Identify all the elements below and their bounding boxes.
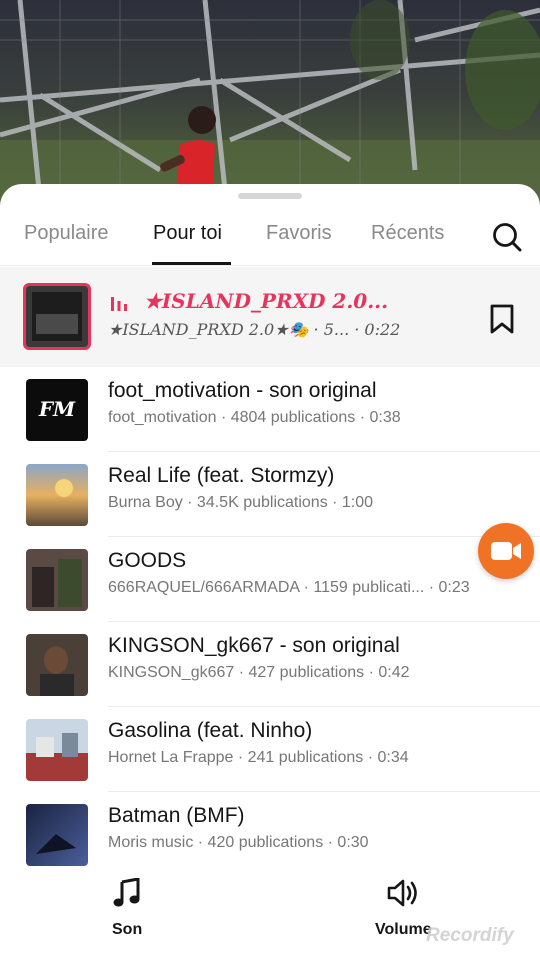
sound-title: foot_motivation - son original <box>108 379 377 402</box>
sound-title: KINGSON_gk667 - son original <box>108 634 400 657</box>
video-camera-icon <box>491 542 521 560</box>
sound-row[interactable]: Gasolina (feat. Ninho) Hornet La Frappe … <box>0 707 540 792</box>
sound-title: ★ISLAND_PRXD 2.0... <box>144 289 389 313</box>
sound-subtitle: Burna Boy · 34.5K publications · 1:00 <box>108 494 374 511</box>
sound-subtitle: Moris music · 420 publications · 0:30 <box>108 834 369 851</box>
sound-cover <box>26 719 88 781</box>
sound-row[interactable]: Real Life (feat. Stormzy) Burna Boy · 34… <box>0 452 540 537</box>
sound-title: Gasolina (feat. Ninho) <box>108 719 313 742</box>
video-background <box>0 0 540 215</box>
sound-row-selected[interactable]: ★ISLAND_PRXD 2.0... ★ISLAND_PRXD 2.0★🎭 ·… <box>0 267 540 367</box>
volume-button[interactable]: Volume <box>375 878 432 939</box>
camera-record-button[interactable] <box>478 523 534 579</box>
speaker-icon <box>387 879 418 907</box>
sound-subtitle: ★ISLAND_PRXD 2.0★🎭 · 5... · 0:22 <box>108 320 401 339</box>
sound-row[interactable]: FM foot_motivation - son original foot_m… <box>0 367 540 452</box>
son-button[interactable]: Son <box>112 877 143 939</box>
music-note-icon <box>113 877 140 907</box>
sound-row[interactable]: GOODS 666RAQUEL/666ARMADA · 1159 publica… <box>0 537 540 622</box>
volume-label: Volume <box>375 921 432 938</box>
active-tab-indicator <box>152 262 231 265</box>
sound-subtitle: 666RAQUEL/666ARMADA · 1159 publicati... … <box>108 579 470 596</box>
now-playing-icon <box>110 294 128 312</box>
tab-favoris[interactable]: Favoris <box>266 222 332 245</box>
sound-title: Batman (BMF) <box>108 804 245 827</box>
svg-text:FM: FM <box>38 397 76 421</box>
sound-subtitle: KINGSON_gk667 · 427 publications · 0:42 <box>108 664 410 681</box>
tab-recents[interactable]: Récents <box>371 222 444 245</box>
sound-subtitle: foot_motivation · 4804 publications · 0:… <box>108 409 401 426</box>
sound-row[interactable]: KINGSON_gk667 - son original KINGSON_gk6… <box>0 622 540 707</box>
tab-populaire[interactable]: Populaire <box>24 222 109 245</box>
sound-subtitle: Hornet La Frappe · 241 publications · 0:… <box>108 749 409 766</box>
sound-cover <box>26 804 88 866</box>
sheet-grabber[interactable] <box>238 193 302 199</box>
recordify-watermark: Recordify <box>426 925 514 946</box>
sound-cover <box>26 464 88 526</box>
search-icon[interactable] <box>490 220 524 254</box>
tab-bar: Populaire Pour toi Favoris Récents <box>0 208 540 266</box>
sound-picker-sheet: Populaire Pour toi Favoris Récents ★ISLA… <box>0 184 540 960</box>
sound-cover <box>26 549 88 611</box>
tab-pour-toi[interactable]: Pour toi <box>153 222 222 245</box>
son-label: Son <box>112 921 143 938</box>
sound-cover: FM <box>26 379 88 441</box>
sound-row[interactable]: Batman (BMF) Moris music · 420 publicati… <box>0 792 540 877</box>
bookmark-icon[interactable] <box>488 303 516 335</box>
sound-cover <box>26 634 88 696</box>
sound-title: GOODS <box>108 549 187 572</box>
sound-cover <box>23 283 91 350</box>
sound-title: Real Life (feat. Stormzy) <box>108 464 335 487</box>
